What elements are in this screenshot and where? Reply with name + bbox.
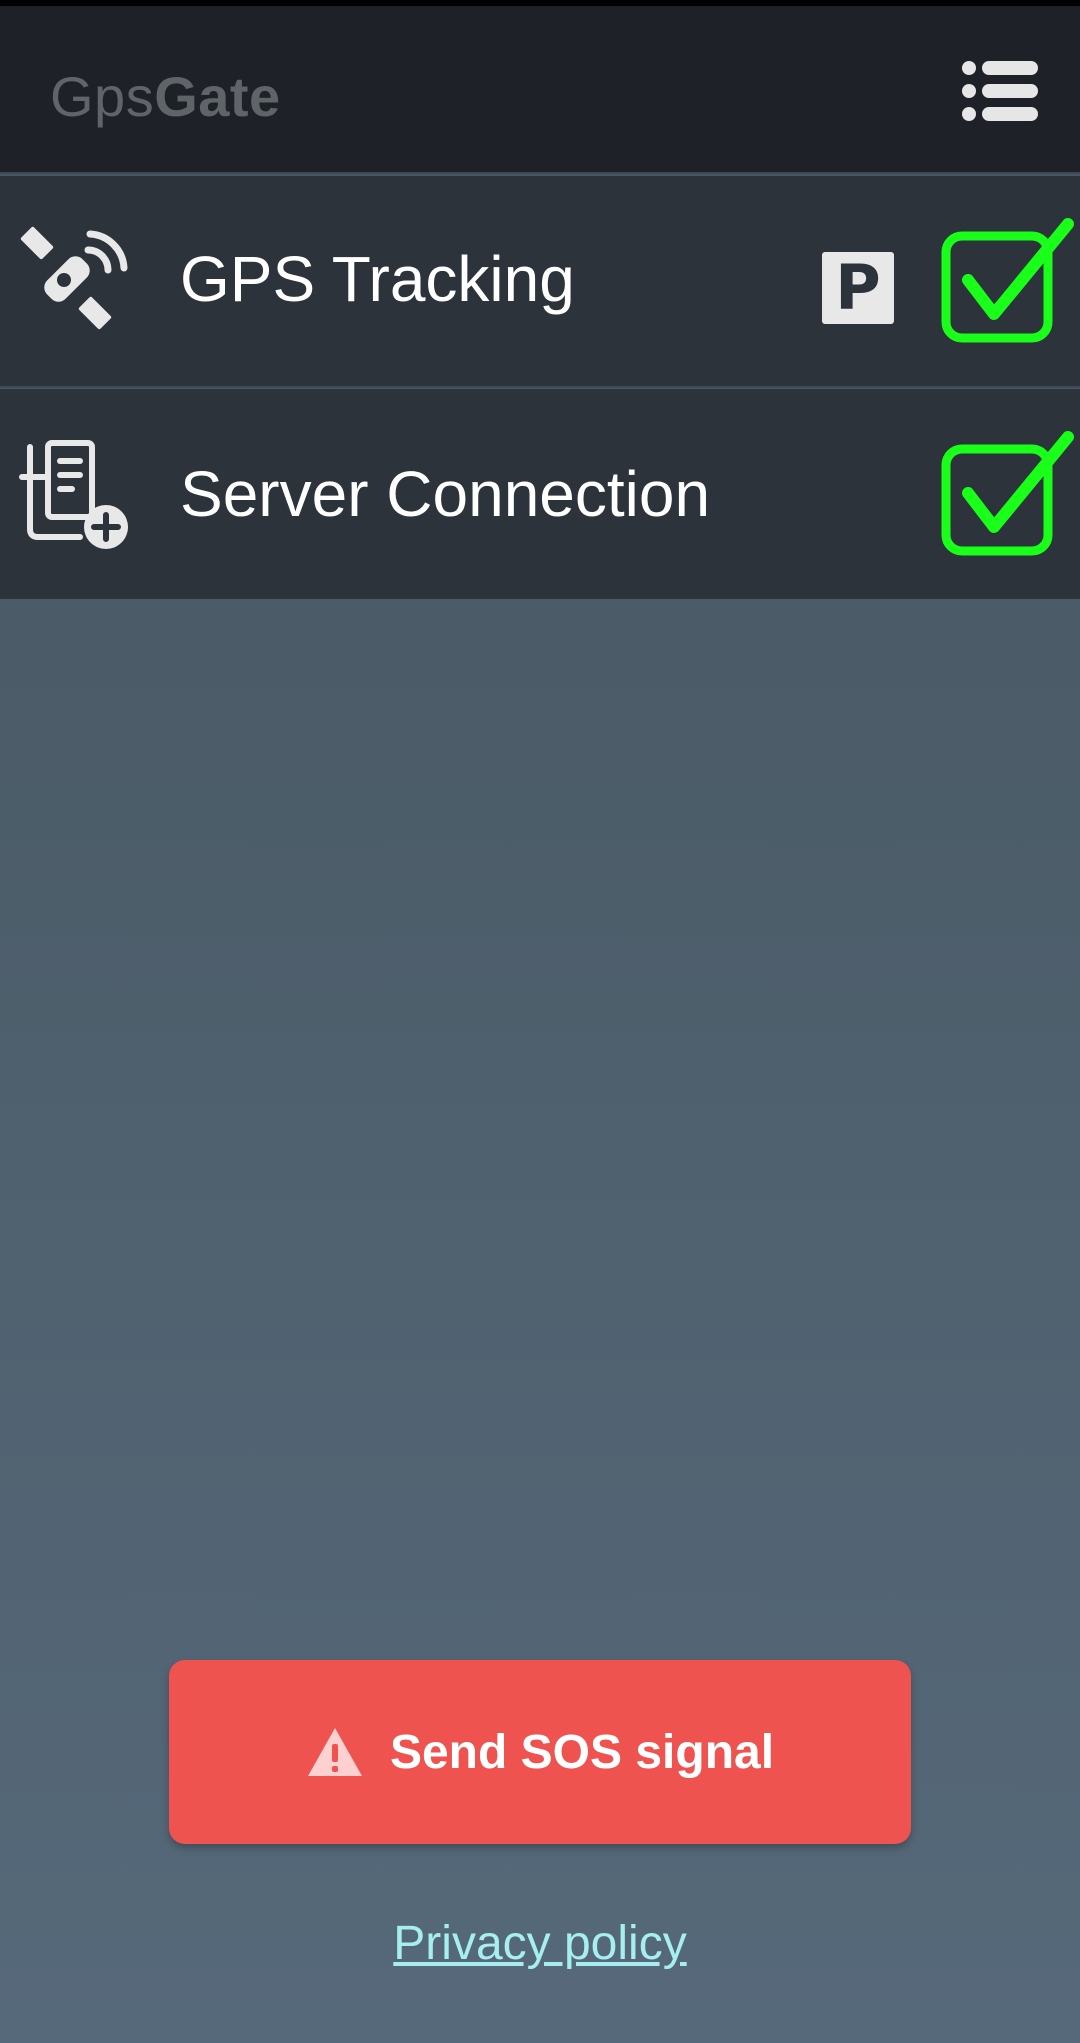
logo-text-gps: Gps	[50, 65, 155, 128]
privacy-policy-link[interactable]: Privacy policy	[0, 1916, 1080, 1971]
app-header: GpsGate	[0, 6, 1080, 174]
send-sos-button[interactable]: Send SOS signal	[169, 1660, 911, 1844]
server-add-icon	[19, 440, 128, 549]
logo-text-gate: Gate	[154, 65, 281, 128]
warning-icon	[307, 1728, 362, 1776]
server-connection-row[interactable]: Server Connection	[0, 389, 1080, 599]
sos-button-content: Send SOS signal	[169, 1660, 911, 1844]
sos-button-label: Send SOS signal	[389, 1725, 775, 1779]
checkbox-checked-icon[interactable]	[940, 431, 1076, 567]
checkbox-checked-icon[interactable]	[940, 218, 1076, 354]
gps-tracking-row[interactable]: GPS Tracking P	[0, 176, 1080, 388]
server-connection-label: Server Connection	[180, 458, 711, 530]
app-logo: GpsGate	[50, 64, 281, 129]
parking-badge: P	[822, 252, 894, 324]
gps-tracking-label: GPS Tracking	[180, 243, 575, 315]
list-menu-icon	[962, 61, 1038, 121]
menu-button[interactable]	[960, 56, 1040, 126]
satellite-icon	[20, 226, 128, 330]
